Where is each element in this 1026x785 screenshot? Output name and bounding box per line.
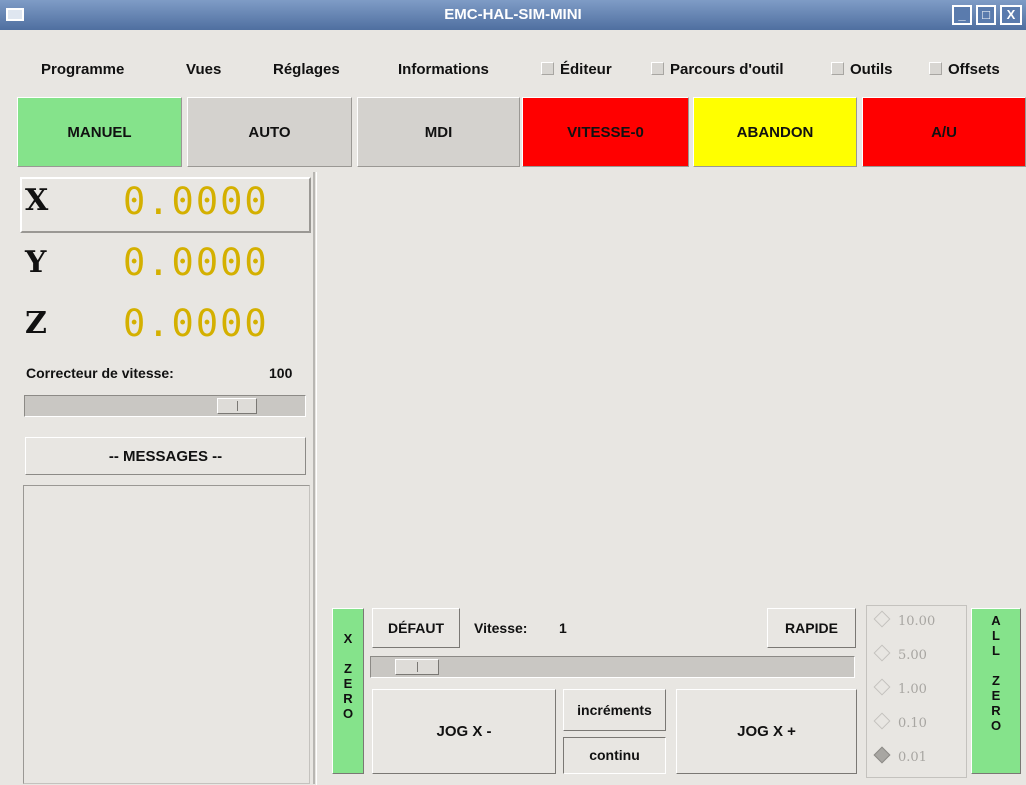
all-zero-button[interactable]: A L L Z E R O [971, 608, 1021, 774]
all-zero-label-6: E [991, 688, 1001, 703]
menu-programme[interactable]: Programme [41, 30, 124, 90]
x-zero-label-4: E [343, 676, 353, 691]
radio-diamond-icon[interactable] [873, 644, 891, 662]
axis-z-value: 0.0000 [123, 302, 269, 345]
increment-label: 1.00 [898, 682, 927, 697]
jog-speed-slider-handle[interactable] [395, 659, 439, 675]
x-zero-button[interactable]: X Z E R O [332, 608, 364, 774]
close-button[interactable]: X [1000, 5, 1022, 25]
mode-mdi-button[interactable]: MDI [357, 97, 520, 167]
check-outils-label: Outils [850, 61, 893, 78]
jog-speed-label: Vitesse: [474, 620, 528, 636]
menu-informations[interactable]: Informations [398, 30, 489, 90]
check-outils[interactable]: Outils [831, 30, 893, 90]
checkbox-icon[interactable] [541, 62, 554, 75]
jog-x-plus-button[interactable]: JOG X + [676, 689, 857, 774]
rapid-speed-button[interactable]: RAPIDE [767, 608, 856, 648]
radio-diamond-icon[interactable] [873, 678, 891, 696]
radio-diamond-icon[interactable] [873, 712, 891, 730]
all-zero-label-1: A [991, 613, 1001, 628]
axis-y-value: 0.0000 [123, 241, 269, 284]
radio-diamond-selected-icon[interactable] [873, 746, 891, 764]
axis-x-value: 0.0000 [123, 180, 269, 223]
x-zero-label-6: O [342, 706, 354, 721]
radio-diamond-icon[interactable] [873, 610, 891, 628]
all-zero-label-7: R [991, 703, 1001, 718]
all-zero-label-5: Z [992, 673, 1000, 688]
increment-radio-0-01[interactable]: 0.01 [872, 744, 967, 772]
vitesse-zero-button[interactable]: VITESSE-0 [522, 97, 689, 167]
increment-radio-1[interactable]: 1.00 [872, 676, 967, 704]
increment-radio-10[interactable]: 10.00 [872, 608, 967, 636]
check-offsets[interactable]: Offsets [929, 30, 1000, 90]
abandon-button[interactable]: ABANDON [693, 97, 857, 167]
default-speed-button[interactable]: DÉFAUT [372, 608, 460, 648]
mode-auto-button[interactable]: AUTO [187, 97, 352, 167]
checkbox-icon[interactable] [929, 62, 942, 75]
check-parcours-outil[interactable]: Parcours d'outil [651, 30, 784, 90]
maximize-button[interactable]: □ [976, 5, 996, 25]
feed-override-value: 100 [269, 365, 293, 381]
all-zero-label-8: O [990, 718, 1002, 733]
increment-radio-0-10[interactable]: 0.10 [872, 710, 967, 738]
all-zero-label-4 [972, 658, 1020, 673]
x-zero-label-5: R [343, 691, 353, 706]
messages-area [23, 485, 310, 784]
jog-speed-slider[interactable] [370, 656, 855, 678]
all-zero-label-2: L [992, 628, 1000, 643]
axis-x-label: X [25, 183, 49, 218]
feed-override-label: Correcteur de vitesse: [26, 365, 174, 381]
increment-label: 0.01 [898, 750, 927, 765]
x-zero-label-1: X [343, 631, 353, 646]
increments-button[interactable]: incréments [563, 689, 666, 731]
messages-button[interactable]: -- MESSAGES -- [25, 437, 306, 475]
axis-y-label: Y [25, 245, 47, 280]
feed-override-slider[interactable] [24, 395, 306, 417]
check-parcours-label: Parcours d'outil [670, 61, 784, 78]
increment-label: 5.00 [898, 648, 927, 663]
checkbox-icon[interactable] [651, 62, 664, 75]
x-zero-label-2 [333, 646, 363, 661]
all-zero-label-3: L [992, 643, 1000, 658]
minimize-button[interactable]: _ [952, 5, 972, 25]
menu-reglages[interactable]: Réglages [273, 30, 340, 90]
jog-x-minus-button[interactable]: JOG X - [372, 689, 556, 774]
arret-urgence-button[interactable]: A/U [862, 97, 1026, 167]
continuous-button[interactable]: continu [563, 737, 666, 774]
increment-label: 0.10 [898, 716, 927, 731]
mode-manuel-button[interactable]: MANUEL [17, 97, 182, 167]
feed-override-slider-handle[interactable] [217, 398, 257, 414]
x-zero-label-3: Z [344, 661, 352, 676]
axis-z-label: Z [25, 306, 47, 341]
jog-speed-value: 1 [559, 620, 567, 636]
menu-vues[interactable]: Vues [186, 30, 221, 90]
increment-radio-5[interactable]: 5.00 [872, 642, 967, 670]
increment-label: 10.00 [898, 614, 936, 629]
check-editeur-label: Éditeur [560, 61, 612, 78]
window-title: EMC-HAL-SIM-MINI [444, 6, 582, 23]
checkbox-icon[interactable] [831, 62, 844, 75]
check-offsets-label: Offsets [948, 61, 1000, 78]
check-editeur[interactable]: Éditeur [541, 30, 612, 90]
